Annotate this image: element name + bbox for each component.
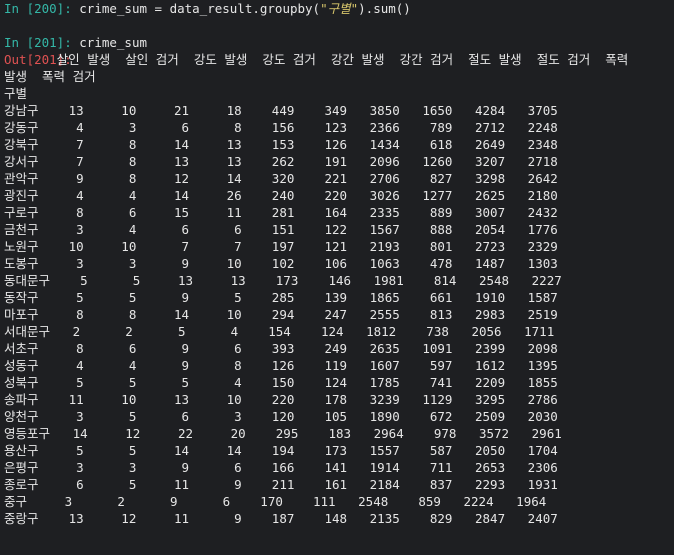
row-values: 4 3 6 8 156 123 2366 789 2712 2248 bbox=[38, 120, 558, 135]
row-index-label: 광진구 bbox=[4, 188, 39, 203]
code-cell-200[interactable]: In [200]: crime_sum = data_result.groupb… bbox=[4, 0, 674, 17]
dataframe-output: 살인 발생 살인 검거 강도 발생 강도 검거 강간 발생 강간 검거 절도 발… bbox=[4, 51, 674, 527]
table-row: 마포구 8 8 14 10 294 247 2555 813 2983 2519 bbox=[4, 306, 674, 323]
table-row: 성북구 5 5 5 4 150 124 1785 741 2209 1855 bbox=[4, 374, 674, 391]
header-line-1: 살인 발생 살인 검거 강도 발생 강도 검거 강간 발생 강간 검거 절도 발… bbox=[4, 52, 629, 67]
table-row: 양천구 3 5 6 3 120 105 1890 672 2509 2030 bbox=[4, 408, 674, 425]
table-row: 서초구 8 6 9 6 393 249 2635 1091 2399 2098 bbox=[4, 340, 674, 357]
table-row: 성동구 4 4 9 8 126 119 1607 597 1612 1395 bbox=[4, 357, 674, 374]
row-index-label: 동작구 bbox=[4, 290, 39, 305]
row-index-label: 용산구 bbox=[4, 443, 39, 458]
row-index-label: 송파구 bbox=[4, 392, 39, 407]
table-row: 강서구 7 8 13 13 262 191 2096 1260 3207 271… bbox=[4, 153, 674, 170]
code-cell-201[interactable]: In [201]: crime_sum bbox=[4, 34, 674, 51]
cell-gap bbox=[4, 17, 674, 34]
row-index-label: 도봉구 bbox=[4, 256, 39, 271]
row-values: 10 10 7 7 197 121 2193 801 2723 2329 bbox=[38, 239, 558, 254]
row-index-label: 영등포구 bbox=[4, 426, 51, 441]
row-values: 2 2 5 4 154 124 1812 738 2056 1711 bbox=[50, 324, 555, 339]
row-values: 5 5 9 5 285 139 1865 661 1910 1587 bbox=[38, 290, 558, 305]
row-index-label: 동대문구 bbox=[4, 273, 51, 288]
row-index-label: 마포구 bbox=[4, 307, 39, 322]
row-index-label: 성동구 bbox=[4, 358, 39, 373]
input-prompt: In [201]: bbox=[4, 35, 72, 50]
table-row: 구로구 8 6 15 11 281 164 2335 889 3007 2432 bbox=[4, 204, 674, 221]
row-index-label: 노원구 bbox=[4, 239, 39, 254]
row-index-label: 은평구 bbox=[4, 460, 39, 475]
header-line-2: 발생 폭력 검거 bbox=[4, 69, 96, 84]
row-values: 3 4 6 6 151 122 1567 888 2054 1776 bbox=[38, 222, 558, 237]
code-text: crime_sum bbox=[79, 35, 147, 50]
table-row: 영등포구 14 12 22 20 295 183 2964 978 3572 2… bbox=[4, 425, 674, 442]
code-prefix: crime_sum = data_result.groupby( bbox=[79, 1, 321, 16]
row-values: 5 5 14 14 194 173 1557 587 2050 1704 bbox=[38, 443, 558, 458]
row-index-label: 양천구 bbox=[4, 409, 39, 424]
row-values: 14 12 22 20 295 183 2964 978 3572 2961 bbox=[50, 426, 562, 441]
table-row: 노원구 10 10 7 7 197 121 2193 801 2723 2329 bbox=[4, 238, 674, 255]
row-values: 8 6 9 6 393 249 2635 1091 2399 2098 bbox=[38, 341, 558, 356]
table-row: 금천구 3 4 6 6 151 122 1567 888 2054 1776 bbox=[4, 221, 674, 238]
row-values: 6 5 11 9 211 161 2184 837 2293 1931 bbox=[38, 477, 558, 492]
code-suffix: ).sum() bbox=[358, 1, 411, 16]
row-values: 13 10 21 18 449 349 3850 1650 4284 3705 bbox=[38, 103, 558, 118]
notebook: In [200]: crime_sum = data_result.groupb… bbox=[0, 0, 674, 555]
row-index-label: 중구 bbox=[4, 494, 28, 509]
table-row: 도봉구 3 3 9 10 102 106 1063 478 1487 1303 bbox=[4, 255, 674, 272]
table-row: 종로구 6 5 11 9 211 161 2184 837 2293 1931 bbox=[4, 476, 674, 493]
row-index-label: 강동구 bbox=[4, 120, 39, 135]
table-row: 중구 3 2 9 6 170 111 2548 859 2224 1964 bbox=[4, 493, 674, 510]
table-row: 동대문구 5 5 13 13 173 146 1981 814 2548 222… bbox=[4, 272, 674, 289]
row-values: 5 5 5 4 150 124 1785 741 2209 1855 bbox=[38, 375, 558, 390]
dataframe-rows: 강남구 13 10 21 18 449 349 3850 1650 4284 3… bbox=[4, 102, 674, 527]
row-values: 5 5 13 13 173 146 1981 814 2548 2227 bbox=[50, 273, 562, 288]
table-row: 중랑구 13 12 11 9 187 148 2135 829 2847 240… bbox=[4, 510, 674, 527]
row-values: 9 8 12 14 320 221 2706 827 3298 2642 bbox=[38, 171, 558, 186]
row-values: 3 3 9 10 102 106 1063 478 1487 1303 bbox=[38, 256, 558, 271]
row-index-label: 금천구 bbox=[4, 222, 39, 237]
row-index-label: 성북구 bbox=[4, 375, 39, 390]
row-values: 8 8 14 10 294 247 2555 813 2983 2519 bbox=[38, 307, 558, 322]
table-row: 광진구 4 4 14 26 240 220 3026 1277 2625 218… bbox=[4, 187, 674, 204]
row-values: 11 10 13 10 220 178 3239 1129 3295 2786 bbox=[38, 392, 558, 407]
row-index-label: 서초구 bbox=[4, 341, 39, 356]
table-row: 강북구 7 8 14 13 153 126 1434 618 2649 2348 bbox=[4, 136, 674, 153]
row-values: 8 6 15 11 281 164 2335 889 3007 2432 bbox=[38, 205, 558, 220]
input-prompt: In [200]: bbox=[4, 1, 72, 16]
row-index-label: 관악구 bbox=[4, 171, 39, 186]
row-index-label: 구로구 bbox=[4, 205, 39, 220]
index-name: 구별 bbox=[4, 86, 28, 101]
row-values: 13 12 11 9 187 148 2135 829 2847 2407 bbox=[38, 511, 558, 526]
row-values: 3 5 6 3 120 105 1890 672 2509 2030 bbox=[38, 409, 558, 424]
table-row: 용산구 5 5 14 14 194 173 1557 587 2050 1704 bbox=[4, 442, 674, 459]
row-index-label: 중랑구 bbox=[4, 511, 39, 526]
table-row: 동작구 5 5 9 5 285 139 1865 661 1910 1587 bbox=[4, 289, 674, 306]
row-index-label: 서대문구 bbox=[4, 324, 51, 339]
row-index-label: 강남구 bbox=[4, 103, 39, 118]
table-row: 관악구 9 8 12 14 320 221 2706 827 3298 2642 bbox=[4, 170, 674, 187]
table-row: 강동구 4 3 6 8 156 123 2366 789 2712 2248 bbox=[4, 119, 674, 136]
row-values: 3 3 9 6 166 141 1914 711 2653 2306 bbox=[38, 460, 558, 475]
table-row: 송파구 11 10 13 10 220 178 3239 1129 3295 2… bbox=[4, 391, 674, 408]
row-index-label: 강서구 bbox=[4, 154, 39, 169]
table-row: 서대문구 2 2 5 4 154 124 1812 738 2056 1711 bbox=[4, 323, 674, 340]
row-index-label: 강북구 bbox=[4, 137, 39, 152]
code-string: "구별" bbox=[320, 1, 359, 16]
row-values: 3 2 9 6 170 111 2548 859 2224 1964 bbox=[27, 494, 547, 509]
table-row: 강남구 13 10 21 18 449 349 3850 1650 4284 3… bbox=[4, 102, 674, 119]
row-values: 4 4 14 26 240 220 3026 1277 2625 2180 bbox=[38, 188, 558, 203]
row-index-label: 종로구 bbox=[4, 477, 39, 492]
row-values: 4 4 9 8 126 119 1607 597 1612 1395 bbox=[38, 358, 558, 373]
table-row: 은평구 3 3 9 6 166 141 1914 711 2653 2306 bbox=[4, 459, 674, 476]
row-values: 7 8 14 13 153 126 1434 618 2649 2348 bbox=[38, 137, 558, 152]
row-values: 7 8 13 13 262 191 2096 1260 3207 2718 bbox=[38, 154, 558, 169]
